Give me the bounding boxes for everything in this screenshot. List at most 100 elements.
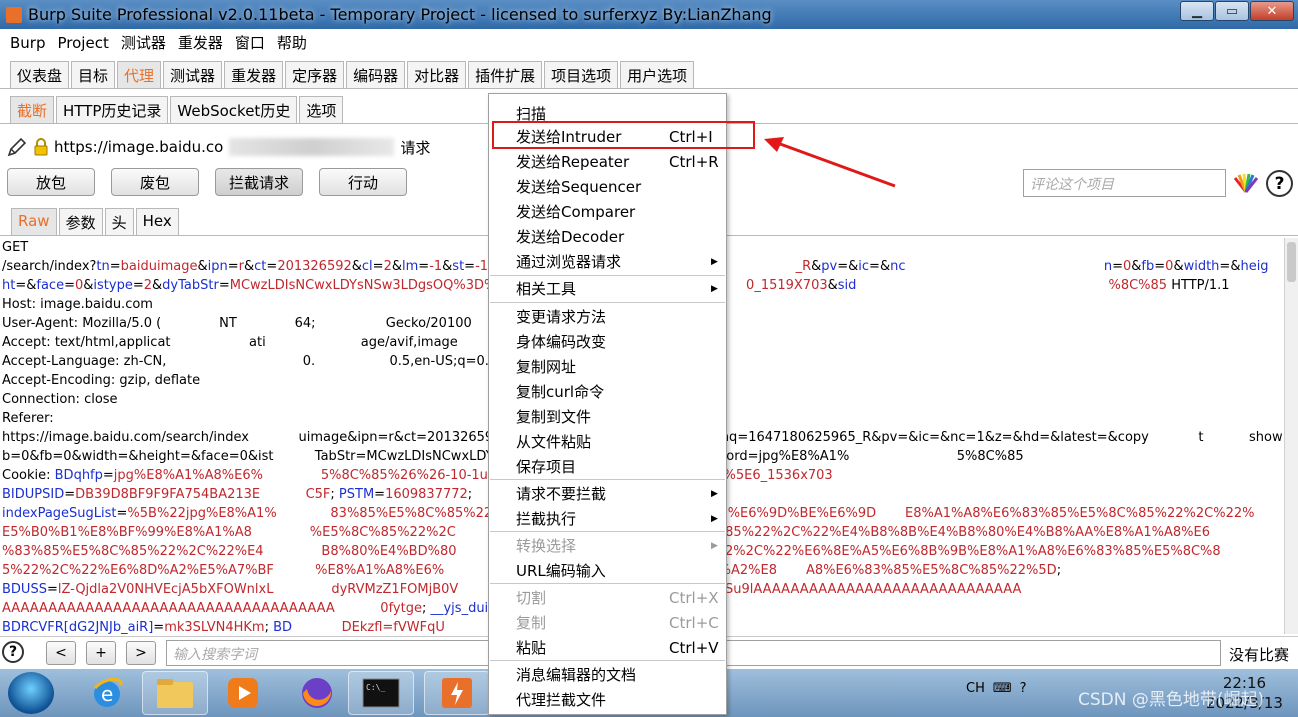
context-menu-item[interactable]: 通过浏览器请求 ▶ <box>489 249 726 274</box>
editor-token: pv <box>821 259 838 274</box>
context-menu-item[interactable]: 身体编码改变 <box>489 329 726 354</box>
context-menu-item-label: 保存项目 <box>516 458 577 476</box>
editor-token: BDRCVFR[dG2JNJb_aiR] <box>2 620 154 634</box>
editor-token: -1 <box>429 259 443 274</box>
context-menu-item[interactable]: 复制curl命令 <box>489 379 726 404</box>
editor-token: Host: image.baidu.com <box>2 297 153 312</box>
menu-repeater[interactable]: 重发器 <box>172 32 229 53</box>
editor-token: 201326592 <box>277 259 352 274</box>
menu-intruder[interactable]: 测试器 <box>115 32 172 53</box>
editor-token: DB39D8BF9F9FA754BA213E C5F <box>75 487 331 502</box>
tab-extender[interactable]: 插件扩展 <box>468 61 543 88</box>
context-menu-item-label: 粘贴 <box>516 639 547 657</box>
submenu-arrow-icon: ▶ <box>711 513 718 524</box>
editor-token: jpg%E8%A1%A8%E6% 5%8C%85%26%26-10-1u <box>113 468 488 483</box>
context-menu-item[interactable]: 发送给Decoder <box>489 224 726 249</box>
next-match-button[interactable]: > <box>126 641 156 665</box>
context-menu-item[interactable]: 发送给Comparer <box>489 199 726 224</box>
tab-decoder[interactable]: 编码器 <box>346 61 406 88</box>
scrollbar-thumb[interactable] <box>1287 242 1296 282</box>
context-menu-item[interactable]: 发送给Repeater Ctrl+R <box>489 149 726 174</box>
tab-user-options[interactable]: 用户选项 <box>620 61 695 88</box>
proxy-sub-tabs: 截断 HTTP历史记录 WebSocket历史 选项 <box>10 96 345 123</box>
tab-sequencer[interactable]: 定序器 <box>285 61 345 88</box>
editor-token: n <box>1103 259 1113 274</box>
help-icon[interactable]: ? <box>2 641 24 663</box>
tab-websocket-history[interactable]: WebSocket历史 <box>170 96 298 123</box>
editor-token: lZ-Qjdla2V0NHVEcjA5bXFOWnlxL <box>57 582 274 597</box>
editor-token: BIDUPSID <box>2 487 65 502</box>
editor-token: %5E6_1536x703 <box>723 468 833 483</box>
context-menu-item[interactable]: 发送给Sequencer <box>489 174 726 199</box>
start-button[interactable] <box>8 672 54 714</box>
tab-intruder[interactable]: 测试器 <box>163 61 223 88</box>
help-icon[interactable]: ? <box>1020 681 1027 696</box>
comment-field[interactable]: 评论这个项目 <box>1023 169 1226 197</box>
context-menu-item-label: 代理拦截文件 <box>516 691 607 709</box>
editor-token: 2 <box>383 259 392 274</box>
context-menu-item-label: 复制到文件 <box>516 408 592 426</box>
tab-hex[interactable]: Hex <box>135 208 179 235</box>
context-menu-item[interactable]: 从文件粘贴 <box>489 429 726 454</box>
tab-http-history[interactable]: HTTP历史记录 <box>56 96 169 123</box>
menu-burp[interactable]: Burp <box>4 34 52 52</box>
editor-token: DEkzfl=fVWFqU <box>341 620 445 634</box>
keyboard-icon[interactable]: ⌨ <box>993 681 1012 696</box>
tab-raw[interactable]: Raw <box>11 208 57 235</box>
tab-headers[interactable]: 头 <box>104 208 134 235</box>
action-button[interactable]: 行动 <box>319 168 407 196</box>
terminal-icon[interactable]: C:\_ <box>348 671 414 715</box>
context-menu-item[interactable]: URL编码输入 <box>489 558 726 583</box>
help-icon[interactable]: ? <box>1266 170 1293 197</box>
editor-token: Referer: <box>2 411 54 426</box>
context-menu-item[interactable]: 粘贴 Ctrl+V <box>489 635 726 660</box>
context-menu-item[interactable]: 相关工具 ▶ <box>489 276 726 301</box>
menu-window[interactable]: 窗口 <box>229 32 271 53</box>
pencil-icon[interactable] <box>6 136 28 158</box>
file-explorer-icon[interactable] <box>142 671 208 715</box>
media-player-icon[interactable] <box>210 671 276 715</box>
tab-params[interactable]: 参数 <box>58 208 103 235</box>
language-indicator[interactable]: CH <box>966 681 985 696</box>
menu-project[interactable]: Project <box>52 34 115 52</box>
tab-options[interactable]: 选项 <box>299 96 344 123</box>
tab-comparer[interactable]: 对比器 <box>407 61 467 88</box>
close-button[interactable]: ✕ <box>1250 1 1294 21</box>
minimize-button[interactable]: ▁ <box>1180 1 1214 21</box>
tab-intercept[interactable]: 截断 <box>10 96 55 123</box>
tab-project-options[interactable]: 项目选项 <box>544 61 619 88</box>
search-options-button[interactable]: + <box>86 641 116 665</box>
context-menu-item[interactable]: 消息编辑器的文档 <box>489 662 726 687</box>
burp-suite-icon[interactable] <box>424 671 490 715</box>
firefox-icon[interactable] <box>284 671 350 715</box>
editor-scrollbar[interactable] <box>1284 238 1298 634</box>
internet-explorer-icon[interactable]: e <box>74 671 140 715</box>
context-menu-item[interactable]: 代理拦截文件 <box>489 687 726 712</box>
editor-token: = <box>372 259 384 274</box>
editor-token <box>273 582 331 597</box>
intercept-toggle-button[interactable]: 拦截请求 <box>215 168 303 196</box>
editor-token: =& <box>1219 259 1241 274</box>
editor-token: = <box>64 278 75 293</box>
context-menu-item[interactable]: 复制网址 <box>489 354 726 379</box>
previous-match-button[interactable]: < <box>46 641 76 665</box>
context-menu-item[interactable]: 请求不要拦截 ▶ <box>489 481 726 506</box>
tab-proxy[interactable]: 代理 <box>117 61 162 88</box>
tab-dashboard[interactable]: 仪表盘 <box>10 61 70 88</box>
context-menu-item: 转换选择 ▶ <box>489 533 726 558</box>
context-menu-item[interactable]: 拦截执行 ▶ <box>489 506 726 531</box>
context-menu-item-label: 发送给Sequencer <box>516 178 642 196</box>
editor-token: face <box>36 278 65 293</box>
menu-help[interactable]: 帮助 <box>271 32 313 53</box>
maximize-button[interactable]: ▭ <box>1215 1 1249 21</box>
highlight-color-icon[interactable] <box>1233 172 1259 194</box>
drop-button[interactable]: 废包 <box>111 168 199 196</box>
tab-repeater[interactable]: 重发器 <box>224 61 284 88</box>
context-menu-item[interactable]: 保存项目 <box>489 454 726 479</box>
context-menu-item-label: 相关工具 <box>516 280 577 298</box>
menu-separator <box>490 479 725 480</box>
context-menu-item[interactable]: 变更请求方法 <box>489 304 726 329</box>
context-menu-item[interactable]: 复制到文件 <box>489 404 726 429</box>
forward-button[interactable]: 放包 <box>7 168 95 196</box>
tab-target[interactable]: 目标 <box>71 61 116 88</box>
